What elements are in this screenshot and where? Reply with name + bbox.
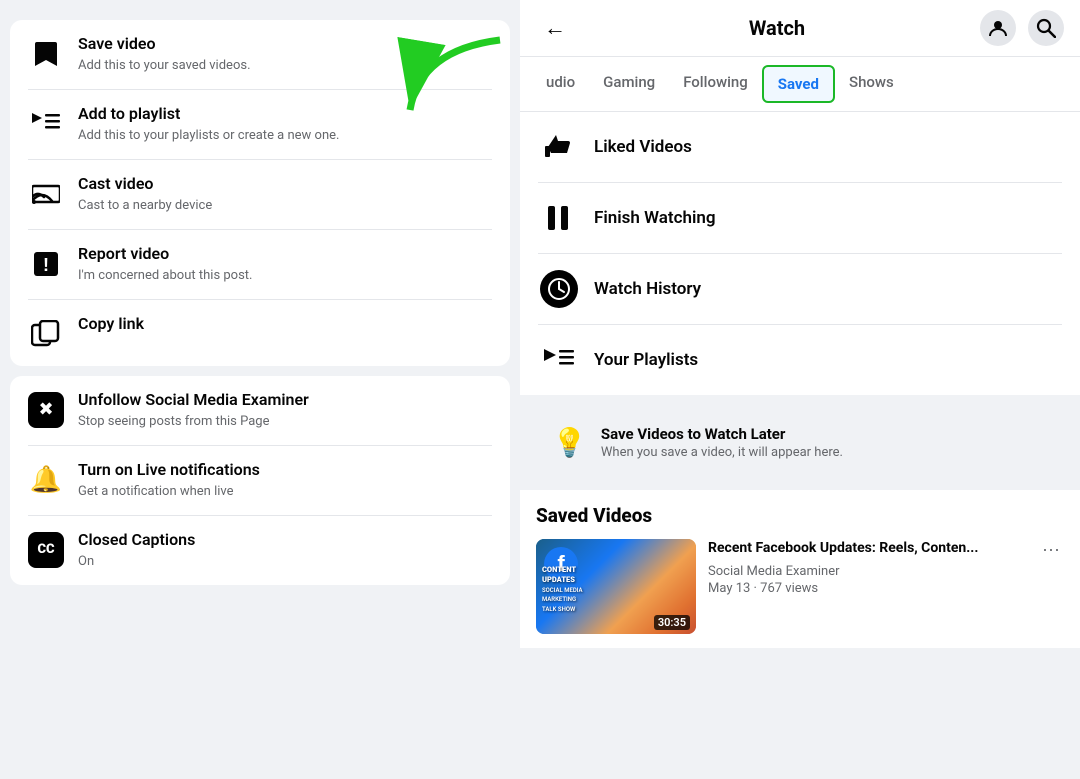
live-notifications-text: Turn on Live notifications Get a notific… xyxy=(78,460,260,501)
cast-video-text: Cast video Cast to a nearby device xyxy=(78,174,212,215)
thumb-text: CONTENTUPDATESSOCIAL MEDIAMARKETINGTALK … xyxy=(542,565,583,614)
your-playlists-item[interactable]: Your Playlists xyxy=(520,325,1080,395)
video-card[interactable]: f CONTENTUPDATESSOCIAL MEDIAMARKETINGTAL… xyxy=(536,539,1064,648)
right-header: ← Watch xyxy=(520,0,1080,57)
save-video-icon xyxy=(28,36,64,72)
report-video-text: Report video I'm concerned about this po… xyxy=(78,244,252,285)
liked-videos-icon xyxy=(540,128,578,166)
unfollow-text: Unfollow Social Media Examiner Stop seei… xyxy=(78,390,309,431)
live-notifications-item[interactable]: 🔔 Turn on Live notifications Get a notif… xyxy=(10,446,510,515)
add-to-playlist-subtitle: Add this to your playlists or create a n… xyxy=(78,127,339,145)
live-notifications-title: Turn on Live notifications xyxy=(78,460,260,481)
copy-link-text: Copy link xyxy=(78,314,144,335)
cast-video-title: Cast video xyxy=(78,174,212,195)
video-thumbnail: f CONTENTUPDATESSOCIAL MEDIAMARKETINGTAL… xyxy=(536,539,696,634)
your-playlists-label: Your Playlists xyxy=(594,350,698,370)
closed-captions-subtitle: On xyxy=(78,553,195,571)
video-channel: Social Media Examiner xyxy=(708,564,1064,579)
save-later-card: 💡 Save Videos to Watch Later When you sa… xyxy=(536,407,1064,478)
add-to-playlist-item[interactable]: Add to playlist Add this to your playlis… xyxy=(10,90,510,159)
tab-audio[interactable]: udio xyxy=(532,65,589,103)
right-content: Liked Videos Finish Watching xyxy=(520,112,1080,779)
unfollow-icon: ✖ xyxy=(28,392,64,428)
video-duration: 30:35 xyxy=(654,615,690,630)
video-title: Recent Facebook Updates: Reels, Conten..… xyxy=(708,539,1032,557)
watch-history-label: Watch History xyxy=(594,279,701,299)
liked-videos-item[interactable]: Liked Videos xyxy=(520,112,1080,182)
watch-history-item[interactable]: Watch History xyxy=(520,254,1080,324)
left-panel: Save video Add this to your saved videos… xyxy=(0,0,520,779)
profile-icon xyxy=(988,18,1008,38)
video-title-row: Recent Facebook Updates: Reels, Conten..… xyxy=(708,539,1064,560)
liked-videos-label: Liked Videos xyxy=(594,137,692,157)
save-later-title: Save Videos to Watch Later xyxy=(601,425,843,443)
menu-card-1: Save video Add this to your saved videos… xyxy=(10,20,510,366)
copy-link-icon xyxy=(28,316,64,352)
copy-link-item[interactable]: Copy link xyxy=(10,300,510,366)
save-video-title: Save video xyxy=(78,34,251,55)
bell-icon: 🔔 xyxy=(28,462,64,498)
report-video-subtitle: I'm concerned about this post. xyxy=(78,267,252,285)
saved-videos-section: Saved Videos f CONTENTUPDATESSOCIAL MEDI… xyxy=(520,490,1080,648)
unfollow-subtitle: Stop seeing posts from this Page xyxy=(78,413,309,431)
watch-history-icon xyxy=(540,270,578,308)
tab-following[interactable]: Following xyxy=(669,65,762,103)
copy-link-title: Copy link xyxy=(78,314,144,335)
page-title: Watch xyxy=(586,16,968,40)
video-more-button[interactable]: ··· xyxy=(1038,539,1064,560)
lightbulb-icon: 💡 xyxy=(552,426,587,459)
save-video-subtitle: Add this to your saved videos. xyxy=(78,57,251,75)
add-to-playlist-text: Add to playlist Add this to your playlis… xyxy=(78,104,339,145)
report-video-item[interactable]: ! Report video I'm concerned about this … xyxy=(10,230,510,299)
unfollow-item[interactable]: ✖ Unfollow Social Media Examiner Stop se… xyxy=(10,376,510,445)
cast-icon xyxy=(28,176,64,212)
closed-captions-text: Closed Captions On xyxy=(78,530,195,571)
live-notifications-subtitle: Get a notification when live xyxy=(78,483,260,501)
save-video-item[interactable]: Save video Add this to your saved videos… xyxy=(10,20,510,89)
cast-video-item[interactable]: Cast video Cast to a nearby device xyxy=(10,160,510,229)
finish-watching-item[interactable]: Finish Watching xyxy=(520,183,1080,253)
finish-watching-label: Finish Watching xyxy=(594,208,716,228)
video-meta: May 13 · 767 views xyxy=(708,581,1064,596)
unfollow-title: Unfollow Social Media Examiner xyxy=(78,390,309,411)
closed-captions-item[interactable]: CC Closed Captions On xyxy=(10,516,510,585)
save-video-text: Save video Add this to your saved videos… xyxy=(78,34,251,75)
saved-videos-title: Saved Videos xyxy=(536,504,1064,527)
report-icon: ! xyxy=(28,246,64,282)
tab-gaming[interactable]: Gaming xyxy=(589,65,669,103)
finish-watching-icon xyxy=(540,199,578,237)
search-button[interactable] xyxy=(1028,10,1064,46)
search-icon xyxy=(1036,18,1056,38)
header-icons xyxy=(980,10,1064,46)
your-playlists-icon xyxy=(540,341,578,379)
tabs-bar: udio Gaming Following Saved Shows xyxy=(520,57,1080,112)
menu-card-2: ✖ Unfollow Social Media Examiner Stop se… xyxy=(10,376,510,585)
playlist-icon xyxy=(28,106,64,142)
profile-button[interactable] xyxy=(980,10,1016,46)
saved-menu-section: Liked Videos Finish Watching xyxy=(520,112,1080,395)
tab-saved[interactable]: Saved xyxy=(762,65,835,103)
right-panel: ← Watch udio Gaming Following Saved Show… xyxy=(520,0,1080,779)
closed-captions-title: Closed Captions xyxy=(78,530,195,551)
back-button[interactable]: ← xyxy=(536,11,574,45)
video-info: Recent Facebook Updates: Reels, Conten..… xyxy=(708,539,1064,596)
add-to-playlist-title: Add to playlist xyxy=(78,104,339,125)
save-later-text: Save Videos to Watch Later When you save… xyxy=(601,425,843,460)
tab-shows[interactable]: Shows xyxy=(835,65,908,103)
svg-text:!: ! xyxy=(43,255,49,275)
save-later-subtitle: When you save a video, it will appear he… xyxy=(601,445,843,460)
report-video-title: Report video xyxy=(78,244,252,265)
cast-video-subtitle: Cast to a nearby device xyxy=(78,197,212,215)
cc-icon: CC xyxy=(28,532,64,568)
